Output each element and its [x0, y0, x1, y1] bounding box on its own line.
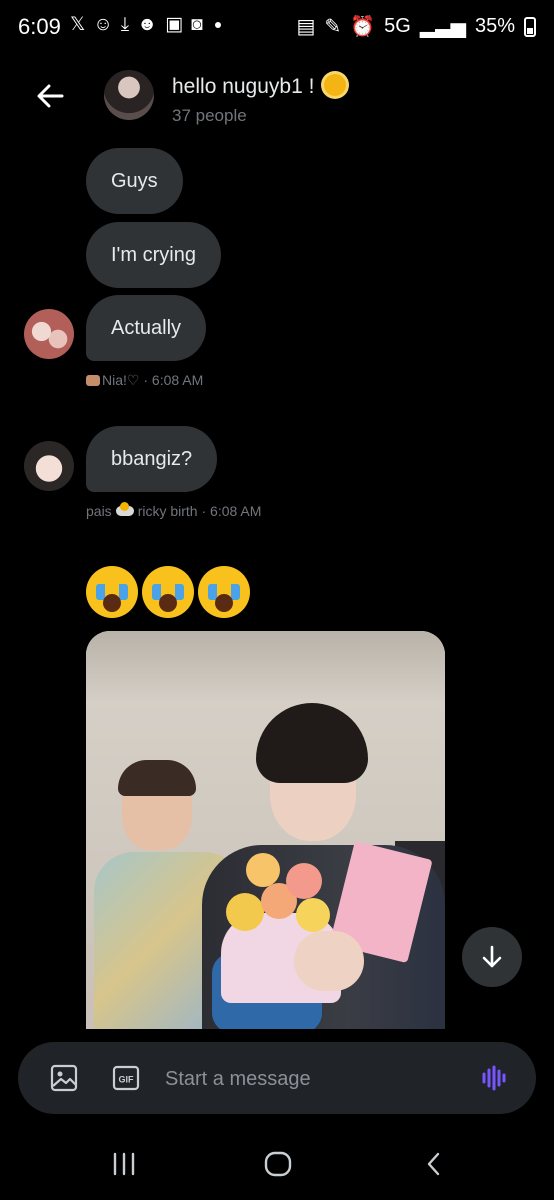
sender-avatar[interactable]: [24, 441, 74, 491]
recent-apps-button[interactable]: [104, 1148, 144, 1180]
conversation-header: hello nuguyb1 ! 37 people: [0, 64, 554, 134]
discord-icon: ◙: [191, 13, 203, 35]
home-icon: [264, 1151, 292, 1177]
x-app-icon: 𝕏: [70, 14, 86, 35]
battery-percent: 35%: [474, 15, 515, 37]
message-bubble[interactable]: Guys: [86, 148, 183, 214]
message-time: 6:08 AM: [151, 372, 204, 388]
emoji-app-icon: ☺: [93, 13, 113, 35]
voice-message-button[interactable]: [476, 1060, 512, 1096]
crying-face-icon: [142, 566, 194, 618]
shopping-bag-icon: ▣: [165, 14, 184, 35]
group-avatar[interactable]: [104, 70, 154, 120]
message-meta: Nia!♡ · 6:08 AM: [86, 372, 203, 389]
add-photo-button[interactable]: [46, 1060, 82, 1096]
photo-hand: [294, 931, 364, 991]
crying-face-icon: [198, 566, 250, 618]
gif-icon: GIF: [112, 1065, 140, 1091]
clipboard-icon: ▤: [296, 16, 316, 38]
sender-emoji-icon: [86, 375, 100, 386]
gif-label: GIF: [119, 1075, 135, 1085]
sender-name: pais: [86, 503, 112, 519]
message-meta: pais ricky birth · 6:08 AM: [86, 502, 262, 519]
system-back-button[interactable]: [414, 1148, 454, 1180]
network-label: 5G: [384, 15, 411, 37]
message-bubble[interactable]: bbangiz?: [86, 426, 218, 492]
back-button[interactable]: [32, 78, 68, 114]
arrow-down-icon: [482, 945, 502, 968]
message-bubble[interactable]: I'm crying: [86, 222, 221, 288]
sun-cloud-icon: [115, 502, 134, 516]
photo-ceiling: [86, 631, 445, 701]
message-composer: GIF: [18, 1042, 536, 1114]
system-nav-bar: [0, 1128, 554, 1200]
status-bar: 6:09 𝕏 ☺ ⤓ ☻ ▣ ◙ ▤ ✎ ⏰ 5G ▂▃▅ 35%: [0, 0, 554, 52]
message-bubble[interactable]: Actually: [86, 295, 207, 361]
status-right: ▤ ✎ ⏰ 5G ▂▃▅ 35%: [297, 14, 536, 39]
signal-icon: ▂▃▅: [419, 16, 466, 38]
chevron-left-icon: [427, 1152, 440, 1176]
sender-name-suffix: ricky birth: [137, 503, 198, 519]
scroll-to-bottom-button[interactable]: [462, 927, 522, 987]
character-app-icon: ☻: [137, 13, 158, 35]
alarm-icon: ⏰: [350, 16, 376, 38]
group-title[interactable]: hello nuguyb1 !: [172, 74, 347, 99]
message-input[interactable]: [163, 1060, 467, 1098]
message-time: 6:08 AM: [210, 503, 262, 519]
home-button[interactable]: [258, 1148, 298, 1180]
pen-icon: ✎: [324, 16, 342, 38]
crying-face-icon: [86, 566, 138, 618]
arrow-left-icon: [37, 84, 64, 108]
recents-icon: [113, 1152, 135, 1176]
battery-icon: [524, 16, 536, 37]
group-name: hello nuguyb1 !: [172, 75, 315, 98]
emoji-message[interactable]: [86, 566, 250, 618]
sender-name: Nia!♡: [102, 372, 140, 388]
sun-emoji-icon: [324, 74, 347, 96]
sender-avatar[interactable]: [24, 309, 74, 359]
photo-message[interactable]: [86, 631, 445, 1029]
download-icon: ⤓: [120, 13, 130, 35]
notification-icons: 𝕏 ☺ ⤓ ☻ ▣ ◙: [70, 13, 221, 36]
add-gif-button[interactable]: GIF: [108, 1060, 144, 1096]
audio-waveform-icon: [482, 1065, 506, 1091]
image-icon: [50, 1064, 78, 1092]
more-notifications-dot: [214, 21, 221, 28]
status-time: 6:09: [18, 14, 61, 39]
member-count[interactable]: 37 people: [172, 106, 247, 126]
